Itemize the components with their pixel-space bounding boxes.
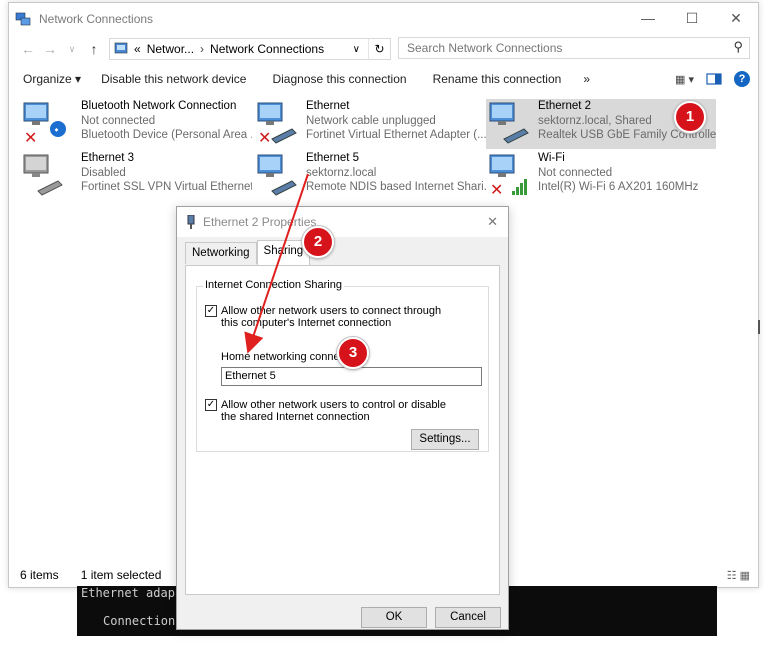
search-icon[interactable]: ⚲ bbox=[733, 39, 743, 55]
ics-group: Internet Connection Sharing ✓ Allow othe… bbox=[196, 279, 489, 452]
connection-ethernet-3[interactable]: Ethernet 3 Disabled Fortinet SSL VPN Vir… bbox=[20, 151, 252, 201]
ethernet-icon: ✕ bbox=[254, 99, 302, 147]
breadcrumb-prefix[interactable]: « bbox=[134, 42, 141, 56]
search-input[interactable]: Search Network Connections ⚲ bbox=[398, 37, 750, 59]
svg-text:✕: ✕ bbox=[258, 128, 271, 147]
rename-button[interactable]: Rename this connection bbox=[433, 72, 562, 86]
back-arrow-icon[interactable]: ← bbox=[17, 41, 39, 57]
step-badge-1: 1 bbox=[674, 101, 706, 133]
command-toolbar: Organize ▾ Disable this network device D… bbox=[9, 67, 758, 91]
console-line: Ethernet adap bbox=[81, 586, 175, 600]
cancel-button[interactable]: Cancel bbox=[435, 607, 501, 628]
window-controls: — ☐ ✕ bbox=[626, 3, 758, 33]
connection-device: Bluetooth Device (Personal Area ... bbox=[81, 129, 252, 141]
step-badge-2: 2 bbox=[302, 226, 334, 258]
diagnose-button[interactable]: Diagnose this connection bbox=[272, 72, 406, 86]
control-panel-icon bbox=[114, 42, 128, 54]
view-controls: ▦ ▾ ? bbox=[675, 71, 750, 87]
svg-text:✕: ✕ bbox=[24, 128, 37, 147]
dialog-close-icon[interactable]: ✕ bbox=[487, 214, 498, 230]
selection-count: 1 item selected bbox=[80, 568, 162, 582]
up-arrow-icon[interactable]: ↑ bbox=[83, 41, 105, 57]
close-button[interactable]: ✕ bbox=[714, 3, 758, 33]
connection-status: Not connected bbox=[81, 114, 156, 127]
address-dropdown-icon[interactable]: ∨ bbox=[353, 44, 360, 55]
preview-pane-icon[interactable] bbox=[706, 73, 722, 85]
change-view-icon[interactable]: ▦ ▾ bbox=[675, 73, 694, 86]
maximize-button[interactable]: ☐ bbox=[670, 3, 714, 33]
svg-text:✕: ✕ bbox=[490, 180, 503, 199]
address-bar[interactable]: « Networ... › Network Connections ∨ ↻ bbox=[109, 38, 391, 60]
connection-bluetooth[interactable]: ⬩ ✕ Bluetooth Network Connection Not con… bbox=[20, 99, 252, 149]
connection-device: Fortinet SSL VPN Virtual Ethernet ... bbox=[81, 181, 252, 193]
dialog-tabs: Networking Sharing bbox=[185, 240, 311, 265]
breadcrumb-item-networ[interactable]: Networ... bbox=[147, 42, 194, 56]
tab-networking[interactable]: Networking bbox=[185, 242, 257, 264]
connection-name: Ethernet 3 bbox=[81, 152, 135, 164]
wifi-icon: ✕ bbox=[486, 151, 534, 199]
group-title: Internet Connection Sharing bbox=[203, 279, 344, 291]
breadcrumb-item-network-connections[interactable]: Network Connections bbox=[210, 42, 324, 56]
view-toggle-icons[interactable]: ☷ ▦ bbox=[727, 569, 750, 582]
connection-name: Wi-Fi bbox=[538, 152, 565, 164]
connection-status: Network cable unplugged bbox=[306, 114, 436, 127]
connection-wifi[interactable]: ✕ Wi-Fi Not connected Intel(R) Wi-Fi 6 A… bbox=[486, 151, 718, 201]
svg-text:⬩: ⬩ bbox=[55, 123, 59, 136]
background-window-edge bbox=[758, 320, 760, 334]
dialog-title: Ethernet 2 Properties bbox=[203, 215, 317, 229]
ethernet-disabled-icon bbox=[20, 151, 68, 199]
connection-ethernet[interactable]: ✕ Ethernet Network cable unplugged Forti… bbox=[254, 99, 486, 149]
allow-connect-label: Allow other network users to connect thr… bbox=[221, 305, 442, 329]
connection-status: Disabled bbox=[81, 166, 126, 179]
ethernet-plug-icon bbox=[187, 215, 195, 229]
connection-device: Intel(R) Wi-Fi 6 AX201 160MHz bbox=[538, 181, 699, 193]
connection-name: Bluetooth Network Connection bbox=[81, 100, 237, 112]
minimize-button[interactable]: — bbox=[626, 3, 670, 33]
allow-connect-checkbox[interactable]: ✓ bbox=[205, 305, 217, 317]
recent-dropdown-icon[interactable]: ∨ bbox=[61, 44, 83, 55]
disable-device-button[interactable]: Disable this network device bbox=[101, 72, 246, 86]
console-line: Connection bbox=[103, 614, 176, 628]
forward-arrow-icon[interactable]: → bbox=[39, 41, 61, 57]
breadcrumb-separator-icon: › bbox=[200, 42, 205, 56]
connection-name: Ethernet 5 bbox=[306, 152, 360, 164]
refresh-icon[interactable]: ↻ bbox=[368, 39, 390, 59]
connection-status: sektornz.local bbox=[306, 166, 377, 179]
settings-button[interactable]: Settings... bbox=[411, 429, 479, 450]
more-commands-button[interactable]: » bbox=[583, 72, 590, 86]
ok-button[interactable]: OK bbox=[361, 607, 427, 628]
properties-dialog: Ethernet 2 Properties ✕ Networking Shari… bbox=[176, 206, 509, 630]
sharing-panel: Internet Connection Sharing ✓ Allow othe… bbox=[185, 265, 500, 595]
bluetooth-network-icon: ⬩ ✕ bbox=[20, 99, 68, 147]
connection-device: Remote NDIS based Internet Shari... bbox=[306, 181, 486, 193]
window-title: Network Connections bbox=[39, 12, 154, 26]
organize-menu[interactable]: Organize ▾ bbox=[23, 72, 81, 86]
ethernet-icon bbox=[254, 151, 302, 199]
allow-control-checkbox[interactable]: ✓ bbox=[205, 399, 217, 411]
network-connections-icon bbox=[15, 12, 31, 26]
connection-name: Ethernet bbox=[306, 100, 350, 112]
connection-ethernet-5[interactable]: Ethernet 5 sektornz.local Remote NDIS ba… bbox=[254, 151, 486, 201]
home-networking-select[interactable]: Ethernet 5 bbox=[221, 367, 482, 386]
ethernet-icon bbox=[486, 99, 534, 147]
allow-control-label: Allow other network users to control or … bbox=[221, 399, 446, 423]
item-count: 6 items bbox=[20, 568, 59, 582]
connection-device: Fortinet Virtual Ethernet Adapter (... bbox=[306, 129, 486, 141]
connection-status: Not connected bbox=[538, 166, 613, 179]
step-badge-3: 3 bbox=[337, 337, 369, 369]
dialog-title-bar: Ethernet 2 Properties ✕ bbox=[177, 207, 508, 237]
search-placeholder: Search Network Connections bbox=[407, 41, 563, 55]
help-icon[interactable]: ? bbox=[734, 71, 750, 87]
